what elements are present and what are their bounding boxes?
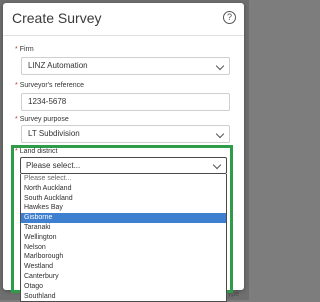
dropdown-option[interactable]: Otago: [21, 282, 226, 292]
dropdown-option[interactable]: Hawkes Bay: [21, 203, 226, 213]
surveyor-reference-label: * Surveyor's reference: [15, 82, 84, 89]
dropdown-option[interactable]: Marlborough: [21, 252, 226, 262]
required-marker: *: [15, 46, 18, 53]
dropdown-option[interactable]: Please select...: [21, 174, 226, 184]
firm-label-text: Firm: [19, 46, 34, 53]
surveyor-reference-label-text: Surveyor's reference: [19, 82, 85, 89]
required-marker: *: [15, 82, 18, 89]
surveyor-reference-value: 1234-5678: [28, 97, 67, 106]
dropdown-option[interactable]: Nelson: [21, 243, 226, 253]
land-district-select[interactable]: Please select...: [20, 157, 227, 174]
dropdown-option[interactable]: Taranaki: [21, 223, 226, 233]
survey-purpose-select[interactable]: LT Subdivision: [21, 125, 230, 143]
required-marker: *: [15, 148, 18, 155]
dropdown-option[interactable]: South Auckland: [21, 194, 226, 204]
dropdown-option-highlighted[interactable]: Gisborne: [21, 213, 226, 223]
survey-purpose-label: * Survey purpose: [15, 116, 69, 123]
land-district-value: Please select...: [26, 161, 81, 170]
firm-label: * Firm: [15, 46, 34, 53]
firm-select[interactable]: LINZ Automation: [21, 57, 230, 75]
dropdown-option[interactable]: North Auckland: [21, 184, 226, 194]
survey-purpose-label-text: Survey purpose: [19, 116, 69, 123]
chevron-down-icon: [215, 129, 225, 139]
dropdown-option[interactable]: Wellington: [21, 233, 226, 243]
dropdown-option[interactable]: Westland: [21, 262, 226, 272]
dialog-title: Create Survey: [12, 10, 102, 26]
land-district-label: * Land district: [15, 148, 57, 155]
land-district-dropdown: Please select... North Auckland South Au…: [20, 174, 227, 302]
dialog-header: Create Survey ?: [3, 3, 244, 36]
chevron-down-icon: [212, 160, 222, 170]
chevron-down-icon: [215, 61, 225, 71]
surveyor-reference-input[interactable]: 1234-5678: [21, 93, 230, 111]
land-district-label-text: Land district: [19, 148, 58, 155]
dropdown-option[interactable]: Canterbury: [21, 272, 226, 282]
required-marker: *: [15, 116, 18, 123]
survey-purpose-value: LT Subdivision: [28, 129, 80, 138]
firm-select-value: LINZ Automation: [28, 61, 88, 70]
question-circle-icon[interactable]: ?: [223, 11, 236, 24]
